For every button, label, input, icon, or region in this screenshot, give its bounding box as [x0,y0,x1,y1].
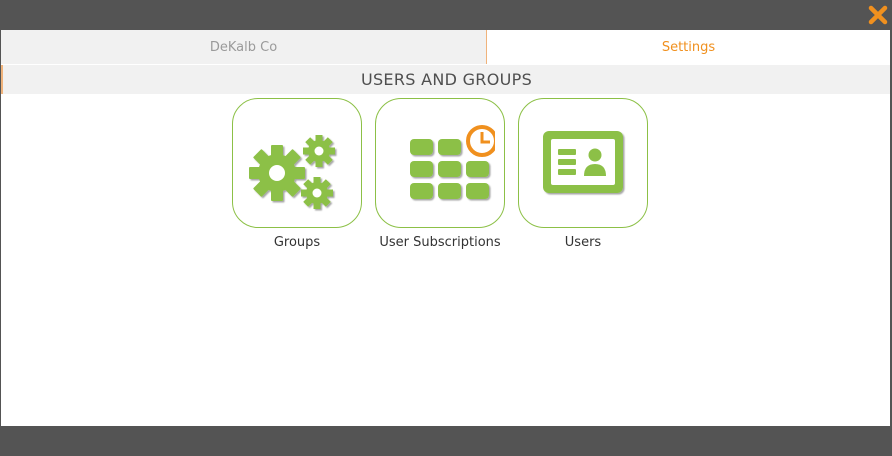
tab-bar: DeKalb Co Settings [1,30,890,64]
gears-icon [249,135,335,209]
id-card-icon [543,131,623,193]
bottom-bar [0,426,892,456]
users-tile[interactable]: Users [518,98,648,250]
close-icon[interactable] [868,5,888,25]
users-label[interactable]: Users [518,235,648,250]
window-title-bar [0,0,892,30]
groups-label[interactable]: Groups [232,235,362,250]
tab-settings[interactable]: Settings [487,30,890,64]
groups-tile[interactable]: Groups [232,98,362,250]
dialog-panel: DeKalb Co Settings USERS AND GROUPS Grou… [1,30,890,426]
groups-tile-button[interactable] [232,98,362,228]
users-tile-button[interactable] [518,98,648,228]
user-subscriptions-tile-button[interactable] [375,98,505,228]
user-subscriptions-label[interactable]: User Subscriptions [375,235,505,250]
tab-dekalb-co[interactable]: DeKalb Co [1,30,487,64]
subscription-grid-clock-icon [410,125,495,199]
user-subscriptions-tile[interactable]: User Subscriptions [375,98,505,250]
section-title: USERS AND GROUPS [360,70,533,89]
section-header: USERS AND GROUPS [1,65,890,94]
clock-icon [466,125,495,157]
